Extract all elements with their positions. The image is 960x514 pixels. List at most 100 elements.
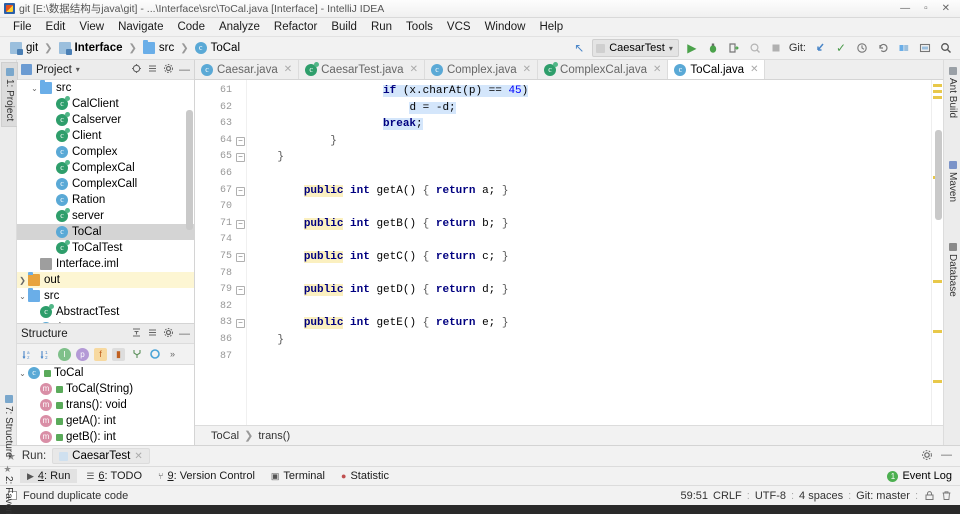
run-panel-actions[interactable]: — (921, 449, 960, 464)
code-line[interactable] (247, 349, 931, 366)
gutter-line[interactable]: 66 (195, 166, 246, 183)
project-tree-item[interactable]: ❯ out (17, 272, 194, 288)
project-tree-item[interactable]: c Ration (17, 192, 194, 208)
sort-alpha-icon[interactable]: az (22, 348, 35, 361)
maximize-button[interactable]: ▫ (924, 3, 928, 14)
menu-item-help[interactable]: Help (532, 19, 570, 35)
code-line[interactable]: if (x.charAt(p) == 45) (247, 83, 931, 100)
history-icon[interactable] (854, 40, 870, 56)
editor-tab-complexcal-java[interactable]: c ComplexCal.java ✕ (538, 60, 669, 79)
update-project-icon[interactable] (812, 40, 828, 56)
chevron-right-icon[interactable]: ❯ (17, 276, 28, 285)
navbar-crumb-src[interactable]: src (139, 40, 178, 55)
gear-icon[interactable] (163, 327, 174, 341)
menu-item-view[interactable]: View (72, 19, 111, 35)
fold-toggle-icon[interactable]: − (236, 286, 245, 296)
structure-tree-item[interactable]: m trans(): void (17, 397, 194, 413)
sort-visibility-icon[interactable]: 12 (40, 348, 53, 361)
project-tree-item[interactable]: c CalClient (17, 96, 194, 112)
inherited-members-icon[interactable]: I (58, 347, 71, 361)
rollback-icon[interactable] (875, 40, 891, 56)
stop-button[interactable] (768, 40, 784, 56)
locate-icon[interactable] (131, 63, 142, 77)
breadcrumb-item[interactable]: trans() (258, 430, 290, 442)
gutter-line[interactable]: 63 (195, 116, 246, 133)
settings-icon[interactable] (896, 40, 912, 56)
bottom-tab-versioncontrol[interactable]: ⑂ 9: Version Control (151, 469, 262, 483)
menu-item-build[interactable]: Build (324, 19, 364, 35)
fold-toggle-icon[interactable]: − (236, 219, 245, 229)
hide-panel-icon[interactable]: — (179, 64, 190, 76)
project-tree-item[interactable]: c ComplexCall (17, 176, 194, 192)
gutter-line[interactable]: 78 (195, 266, 246, 283)
gutter-line[interactable]: 67− (195, 183, 246, 200)
more-icon[interactable]: » (166, 348, 179, 361)
menu-item-code[interactable]: Code (170, 19, 212, 35)
code-line[interactable]: } (247, 149, 931, 166)
menu-item-edit[interactable]: Edit (39, 19, 73, 35)
project-tree-item[interactable]: ⌄ src (17, 288, 194, 304)
menu-item-file[interactable]: File (6, 19, 39, 35)
tool-window-button-database[interactable]: Database (945, 238, 960, 302)
editor-tab-caesartest-java[interactable]: c CaesarTest.java ✕ (299, 60, 425, 79)
code-line[interactable]: d = -d; (247, 100, 931, 117)
hide-panel-icon[interactable]: — (941, 449, 952, 464)
code-line[interactable]: } (247, 133, 931, 150)
code-line[interactable]: public int getB() { return b; } (247, 216, 931, 233)
menu-item-window[interactable]: Window (478, 19, 533, 35)
close-icon[interactable]: ✕ (523, 64, 531, 75)
collapse-all-icon[interactable] (147, 63, 158, 77)
structure-tree-item[interactable]: m getA(): int (17, 413, 194, 429)
close-icon[interactable]: ✕ (750, 64, 758, 75)
run-button[interactable]: ▶ (684, 40, 700, 56)
code-line[interactable] (247, 199, 931, 216)
debug-button[interactable] (705, 40, 721, 56)
project-tree-item[interactable]: c Client (17, 128, 194, 144)
code-line[interactable] (247, 166, 931, 183)
gutter-line[interactable]: 86 (195, 332, 246, 349)
fold-toggle-icon[interactable]: − (236, 252, 245, 262)
editor-tab-complex-java[interactable]: c Complex.java ✕ (425, 60, 539, 79)
code-line[interactable]: break; (247, 116, 931, 133)
breadcrumb-item[interactable]: ToCal (211, 430, 239, 442)
code-line[interactable]: } (247, 332, 931, 349)
fields-icon[interactable]: f (94, 347, 107, 361)
window-controls[interactable]: — ▫ ✕ (900, 3, 956, 14)
gutter-line[interactable]: 70 (195, 199, 246, 216)
chevron-down-icon[interactable]: ⌄ (17, 369, 28, 378)
chevron-down-icon[interactable]: ⌄ (17, 292, 28, 301)
project-tree-item[interactable]: c ToCal (17, 224, 194, 240)
close-icon[interactable]: ✕ (134, 451, 142, 462)
project-panel-actions[interactable]: — (131, 63, 190, 77)
gutter-line[interactable]: 74 (195, 232, 246, 249)
structure-tree-item[interactable]: ⌄ c ToCal (17, 365, 194, 381)
project-tree[interactable]: ⌄ src c CalClient c Calserver c Client c Complex c… (17, 80, 194, 323)
structure-tree[interactable]: ⌄ c ToCal m ToCal(String) m trans(): void m getA… (17, 365, 194, 445)
navbar-crumb-tocal[interactable]: c ToCal (191, 41, 244, 55)
anonymous-classes-icon[interactable] (148, 348, 161, 361)
project-tree-item[interactable]: c Complex (17, 144, 194, 160)
bottom-tab-statistic[interactable]: ● Statistic (334, 469, 396, 483)
menu-item-vcs[interactable]: VCS (440, 19, 478, 35)
project-tree-item[interactable]: c Calserver (17, 112, 194, 128)
menu-item-tools[interactable]: Tools (399, 19, 440, 35)
editor-scroll-thumb[interactable] (935, 130, 942, 220)
gutter-line[interactable]: 62 (195, 100, 246, 117)
gutter-line[interactable]: 87 (195, 349, 246, 366)
close-icon[interactable]: ✕ (284, 64, 292, 75)
minimize-button[interactable]: — (900, 3, 910, 14)
line-separator[interactable]: CRLF (713, 490, 742, 502)
editor-gutter[interactable]: 61 62 63 64−65−66 67−70 71−74 75−78 79−82 83−86 8… (195, 80, 247, 425)
menu-item-refactor[interactable]: Refactor (267, 19, 324, 35)
editor-breadcrumb[interactable]: ToCal ❯ trans() (195, 425, 943, 445)
gutter-line[interactable]: 82 (195, 299, 246, 316)
hierarchy-icon[interactable] (130, 348, 143, 361)
gutter-line[interactable]: 71− (195, 216, 246, 233)
project-dropdown-icon[interactable]: ▾ (76, 65, 80, 74)
bottom-tab-terminal[interactable]: ▣ Terminal (264, 469, 332, 483)
navbar-crumb-interface[interactable]: Interface (55, 41, 127, 55)
gutter-line[interactable]: 64− (195, 133, 246, 150)
search-icon[interactable] (938, 40, 954, 56)
project-tree-item[interactable]: c AbstractTest (17, 304, 194, 320)
navbar-crumb-git[interactable]: git (6, 41, 42, 55)
